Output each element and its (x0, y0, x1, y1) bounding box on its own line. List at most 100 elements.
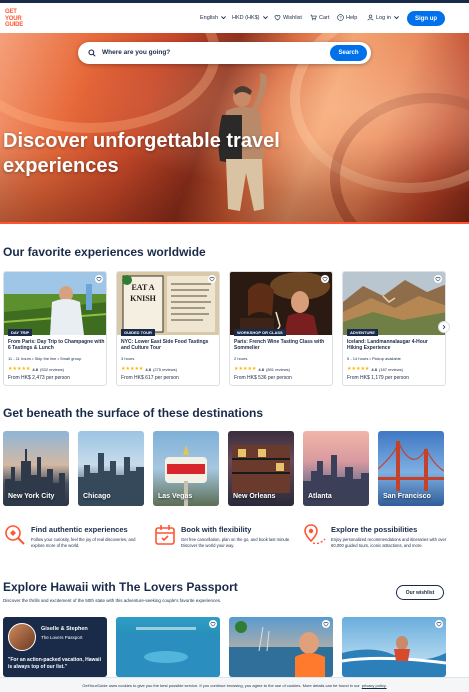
login-label: Log in (376, 14, 391, 21)
card-price: From HK$ 1,179 per person (347, 375, 409, 381)
wishlist-heart-button[interactable] (321, 275, 329, 283)
heart-icon (436, 621, 442, 627)
destination-label: New Orleans (233, 493, 276, 500)
wishlist-button-label: Our wishlist (405, 589, 435, 596)
wishlist-heart-button[interactable] (434, 275, 442, 283)
card-price: From HK$ 536 per person (234, 375, 292, 381)
card-image (342, 636, 446, 677)
user-icon (367, 14, 374, 21)
destination-label: Las Vegas (158, 493, 193, 500)
svg-text:KNISH: KNISH (130, 294, 157, 303)
card-image (230, 272, 332, 335)
help-icon: ? (337, 14, 344, 21)
destination-card[interactable]: New Orleans (228, 431, 294, 506)
search-bar[interactable]: Where are you going? Search (78, 42, 371, 64)
profile-subtitle: The Lovers Passport (41, 635, 83, 640)
rating-stars: ★★★★★ (8, 366, 31, 372)
experience-card[interactable]: WORKSHOP OR CLASS Paris: French Wine Tas… (229, 271, 333, 386)
destination-card[interactable]: Atlanta (303, 431, 369, 506)
card-price: From HK$ 2,473 per person (8, 375, 70, 381)
help-label: Help (346, 14, 358, 21)
privacy-policy-link[interactable]: privacy policy. (362, 683, 387, 688)
search-button[interactable]: Search (330, 45, 367, 61)
carousel-next-button[interactable] (438, 321, 450, 333)
feature-description: Get free cancellation, plan on the go, a… (181, 537, 291, 549)
chevron-right-icon (442, 324, 446, 330)
heart-icon (274, 15, 281, 21)
help-link[interactable]: ? Help (337, 14, 357, 21)
rating-stars: ★★★★★ (121, 366, 144, 372)
feature-description: Follow your curiosity, feel the joy of r… (31, 537, 136, 549)
currency-selector[interactable]: HKD (HK$) (232, 14, 269, 21)
heart-icon (323, 621, 329, 627)
svg-text:?: ? (339, 15, 342, 20)
experience-card[interactable]: DAY TRIP From Paris: Day Trip to Champag… (3, 271, 107, 386)
heart-icon (96, 276, 102, 282)
card-meta: 11 - 11 hours • Skip the line • Small gr… (8, 356, 82, 361)
experience-card[interactable]: ADVENTURE Iceland: Landmannalaugar 4-Hou… (342, 271, 446, 386)
destination-card[interactable]: Las Vegas (153, 431, 219, 506)
wishlist-heart-button[interactable] (208, 275, 216, 283)
card-title: Iceland: Landmannalaugar 4-Hour Hiking E… (347, 339, 428, 351)
card-tag: DAY TRIP (8, 329, 33, 336)
card-title: Paris: French Wine Tasting Class with So… (234, 339, 325, 351)
cart-label: Cart (319, 14, 330, 21)
logo[interactable]: GET YOUR GUIDE (5, 9, 25, 29)
heart-icon (322, 276, 328, 282)
wishlist-heart-button[interactable] (209, 620, 217, 628)
chevron-down-icon (394, 16, 399, 20)
card-rating: ★★★★★ 4.8 (891 reviews) (234, 366, 290, 372)
experience-card[interactable]: EAT A KNISH GUIDED TOUR NYC: Lower East … (116, 271, 220, 386)
magnifier-icon (5, 525, 25, 545)
cart-icon (310, 14, 317, 21)
experience-card[interactable] (116, 617, 220, 677)
rating-stars: ★★★★★ (347, 366, 370, 372)
signup-button[interactable]: Sign up (407, 11, 445, 26)
avatar (8, 623, 36, 651)
profile-card[interactable]: Giselle & Stephen The Lovers Passport "F… (3, 617, 107, 677)
experience-card[interactable] (342, 617, 446, 677)
currency-label: HKD (HK$) (232, 14, 260, 21)
profile-name: Giselle & Stephen (41, 626, 88, 632)
hawaii-heading: Explore Hawaii with The Lovers Passport (3, 580, 238, 594)
card-meta: 5 - 14 hours • Pickup available (347, 356, 401, 361)
rating-value: 4.8 (371, 366, 377, 372)
review-count: (891 reviews) (265, 366, 290, 372)
destination-card[interactable]: San Francisco (378, 431, 444, 506)
favorites-heading: Our favorite experiences worldwide (3, 245, 206, 259)
destination-card[interactable]: New York City (3, 431, 69, 506)
search-icon (88, 49, 96, 57)
wishlist-link[interactable]: Wishlist (274, 14, 302, 21)
card-rating: ★★★★★ 4.8 (275 reviews) (121, 366, 177, 372)
chevron-down-icon (221, 16, 226, 20)
hawaii-subtitle: Discover the thrills and excitement of t… (3, 598, 222, 603)
profile-quote: "For an action-packed vacation, Hawaii i… (8, 657, 101, 670)
login-link[interactable]: Log in (367, 14, 400, 21)
calendar-icon (155, 525, 175, 545)
heart-icon (209, 276, 215, 282)
map-pin-icon (304, 524, 326, 545)
rating-value: 4.8 (258, 366, 264, 372)
rating-value: 4.8 (145, 366, 151, 372)
our-wishlist-button[interactable]: Our wishlist (396, 585, 444, 600)
hero-divider (0, 222, 469, 224)
wishlist-heart-button[interactable] (322, 620, 330, 628)
experience-card[interactable] (229, 617, 333, 677)
language-selector[interactable]: English (200, 14, 227, 21)
wishlist-heart-button[interactable] (95, 275, 103, 283)
logo-line: GUIDE (5, 22, 24, 28)
search-input[interactable]: Where are you going? (102, 49, 170, 56)
cookie-text: GetYourGuide uses cookies to give you th… (82, 682, 360, 688)
card-tag: ADVENTURE (347, 329, 378, 336)
feature-description: Enjoy personalized recommendations and i… (331, 537, 447, 549)
wishlist-label: Wishlist (283, 14, 302, 21)
card-image: EAT A KNISH (117, 272, 219, 335)
card-rating: ★★★★★ 4.8 (532 reviews) (8, 366, 64, 372)
heart-icon (435, 276, 441, 282)
destination-card[interactable]: Chicago (78, 431, 144, 506)
wishlist-heart-button[interactable] (435, 620, 443, 628)
destination-label: Chicago (83, 493, 111, 500)
cart-link[interactable]: Cart (310, 14, 329, 21)
card-image (116, 627, 220, 677)
card-image (4, 272, 106, 335)
